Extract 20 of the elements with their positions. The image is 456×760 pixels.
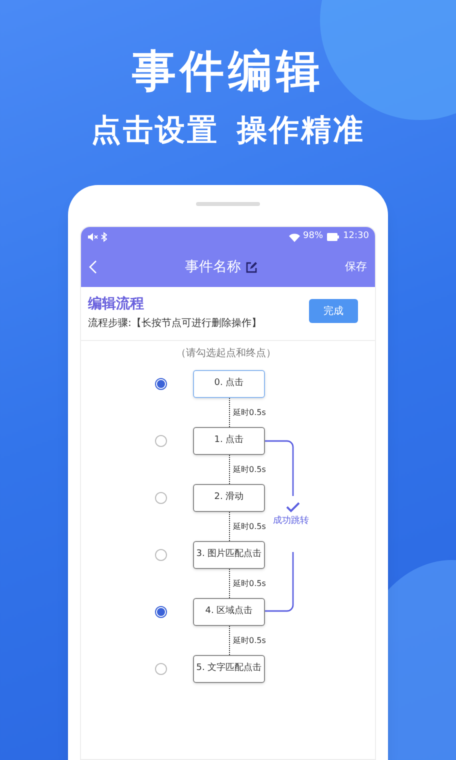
delay-label: 延时0.5s xyxy=(233,520,266,532)
flow-node[interactable]: 1. 点击 xyxy=(193,427,265,455)
nav-title: 事件名称 xyxy=(185,258,241,276)
flow-node[interactable]: 3. 图片匹配点击 xyxy=(193,541,265,569)
section-title: 编辑流程 xyxy=(88,295,145,313)
flow-node[interactable]: 5. 文字匹配点击 xyxy=(193,655,265,683)
clock-time: 12:30 xyxy=(343,230,369,244)
hint-text: （请勾选起点和终点） xyxy=(176,347,276,361)
battery-percent: 98% xyxy=(303,230,324,244)
delay-label: 延时0.5s xyxy=(233,578,266,590)
flow-node[interactable]: 0. 点击 xyxy=(193,370,265,398)
headline: 事件编辑 xyxy=(132,46,324,98)
delay-label: 延时0.5s xyxy=(233,464,266,476)
delay-label: 延时0.5s xyxy=(233,634,266,646)
instructions-text: 流程步骤:【长按节点可进行删除操作】 xyxy=(88,317,262,330)
subheadline: 点击设置 xyxy=(91,112,219,150)
delay-label: 延时0.5s xyxy=(233,406,266,418)
flow-node[interactable]: 4. 区域点击 xyxy=(193,598,265,626)
flow-node[interactable]: 2. 滑动 xyxy=(193,484,265,512)
subheadline: 操作精准 xyxy=(237,112,365,150)
